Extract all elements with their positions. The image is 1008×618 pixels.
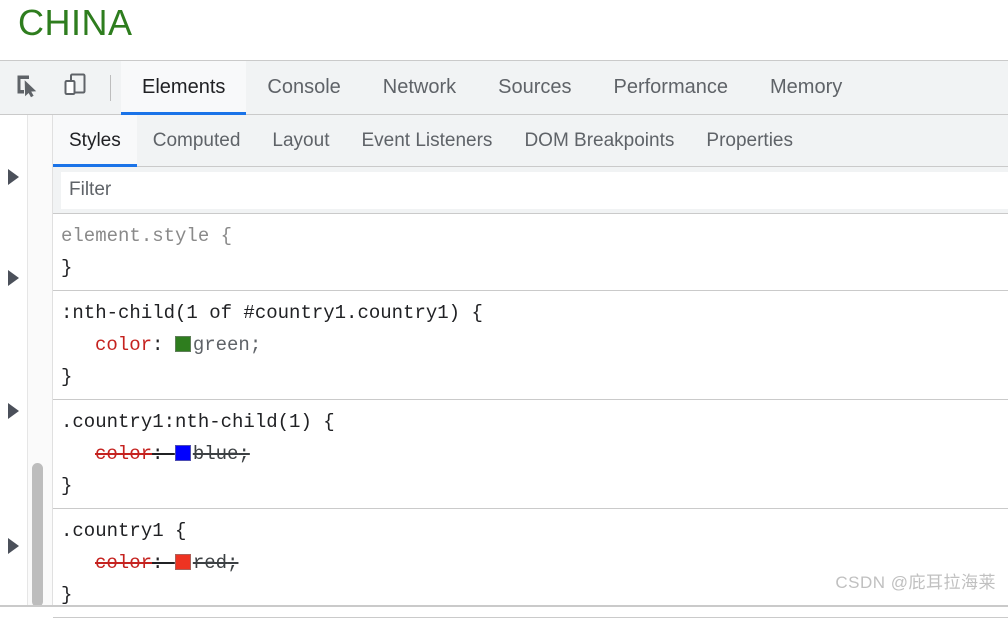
- css-rules-list: element.style { } :nth-child(1 of #count…: [53, 214, 1008, 618]
- tab-computed[interactable]: Computed: [137, 115, 257, 166]
- inspect-element-button[interactable]: [6, 68, 48, 108]
- tab-performance[interactable]: Performance: [593, 61, 750, 115]
- css-property-value[interactable]: red: [193, 552, 227, 574]
- tab-console[interactable]: Console: [246, 61, 361, 115]
- css-rule-close-brace: }: [61, 366, 73, 388]
- tab-styles-label: Styles: [69, 129, 121, 151]
- styles-filter-input[interactable]: [61, 171, 1008, 209]
- dom-expand-arrow-3[interactable]: [8, 403, 19, 419]
- tab-performance-label: Performance: [613, 76, 729, 98]
- tab-styles[interactable]: Styles: [53, 115, 137, 167]
- bottom-divider: [0, 605, 1008, 607]
- css-rule-element-style[interactable]: element.style { }: [53, 214, 1008, 291]
- styles-filter-bar: [53, 167, 1008, 214]
- tab-properties-label: Properties: [706, 129, 793, 151]
- styles-scrollbar-thumb[interactable]: [32, 463, 43, 607]
- css-declaration-color-blue[interactable]: color: blue;: [61, 438, 1008, 470]
- tab-sources[interactable]: Sources: [477, 61, 592, 115]
- dom-tree-gutter: [0, 115, 28, 607]
- device-toolbar-icon: [61, 71, 89, 104]
- css-rule-country1-nth-child[interactable]: .country1:nth-child(1) { color: blue; }: [53, 400, 1008, 509]
- tab-event-listeners-label: Event Listeners: [361, 129, 493, 151]
- devtools-window: Elements Console Network Sources Perform…: [0, 60, 1008, 618]
- color-swatch-blue[interactable]: [174, 445, 191, 461]
- tab-console-label: Console: [267, 76, 341, 98]
- css-selector[interactable]: :nth-child(1 of #country1.country1) {: [61, 297, 1008, 329]
- css-rule-close-brace: }: [61, 257, 73, 279]
- tab-sources-label: Sources: [498, 76, 572, 98]
- dom-expand-arrow-1[interactable]: [8, 169, 19, 185]
- tab-memory-label: Memory: [770, 76, 843, 98]
- css-property-name[interactable]: color: [95, 552, 152, 574]
- rendered-page-area: CHINA: [0, 0, 1008, 60]
- css-rule-country1[interactable]: .country1 { color: red; }: [53, 509, 1008, 618]
- color-swatch-red[interactable]: [174, 554, 191, 570]
- csdn-watermark: CSDN @庇耳拉海莱: [835, 573, 996, 592]
- tab-elements[interactable]: Elements: [121, 60, 247, 115]
- tab-computed-label: Computed: [152, 129, 241, 151]
- color-swatch-green[interactable]: [174, 336, 191, 352]
- css-property-value[interactable]: blue: [193, 443, 239, 465]
- tab-dom-breakpoints-label: DOM Breakpoints: [524, 129, 675, 151]
- styles-scrollbar[interactable]: [30, 115, 44, 607]
- css-rule-nth-child-of[interactable]: :nth-child(1 of #country1.country1) { co…: [53, 291, 1008, 400]
- css-property-value[interactable]: green: [193, 334, 250, 356]
- css-selector[interactable]: .country1:nth-child(1) {: [61, 406, 1008, 438]
- styles-panel: Styles Computed Layout Event Listeners D…: [53, 115, 1008, 618]
- css-rule-close-brace: }: [61, 475, 73, 497]
- css-property-name[interactable]: color: [95, 334, 152, 356]
- inspect-cursor-icon: [14, 72, 40, 103]
- css-declaration-color-green[interactable]: color: green;: [61, 329, 1008, 361]
- devtools-main-tabs: Elements Console Network Sources Perform…: [121, 60, 863, 115]
- toolbar-divider: [110, 74, 111, 101]
- dom-expand-arrow-4[interactable]: [8, 538, 19, 554]
- styles-sidebar-tabs: Styles Computed Layout Event Listeners D…: [53, 115, 1008, 167]
- tab-elements-label: Elements: [142, 76, 226, 98]
- tab-properties[interactable]: Properties: [690, 115, 809, 166]
- devtools-main-toolbar: Elements Console Network Sources Perform…: [0, 60, 1008, 115]
- tab-memory[interactable]: Memory: [749, 61, 863, 115]
- css-selector[interactable]: element.style {: [61, 220, 1008, 252]
- page-heading-china: CHINA: [18, 2, 133, 43]
- tab-event-listeners[interactable]: Event Listeners: [345, 115, 508, 166]
- css-property-name[interactable]: color: [95, 443, 152, 465]
- dom-expand-arrow-2[interactable]: [8, 270, 19, 286]
- tab-layout-label: Layout: [272, 129, 330, 151]
- css-selector[interactable]: .country1 {: [61, 515, 1008, 547]
- tab-network-label: Network: [382, 76, 457, 98]
- tab-layout[interactable]: Layout: [256, 115, 345, 166]
- tab-dom-breakpoints[interactable]: DOM Breakpoints: [508, 115, 690, 166]
- devtools-lower-region: Styles Computed Layout Event Listeners D…: [0, 115, 1008, 618]
- tab-network[interactable]: Network: [362, 61, 477, 115]
- device-toolbar-button[interactable]: [54, 68, 96, 108]
